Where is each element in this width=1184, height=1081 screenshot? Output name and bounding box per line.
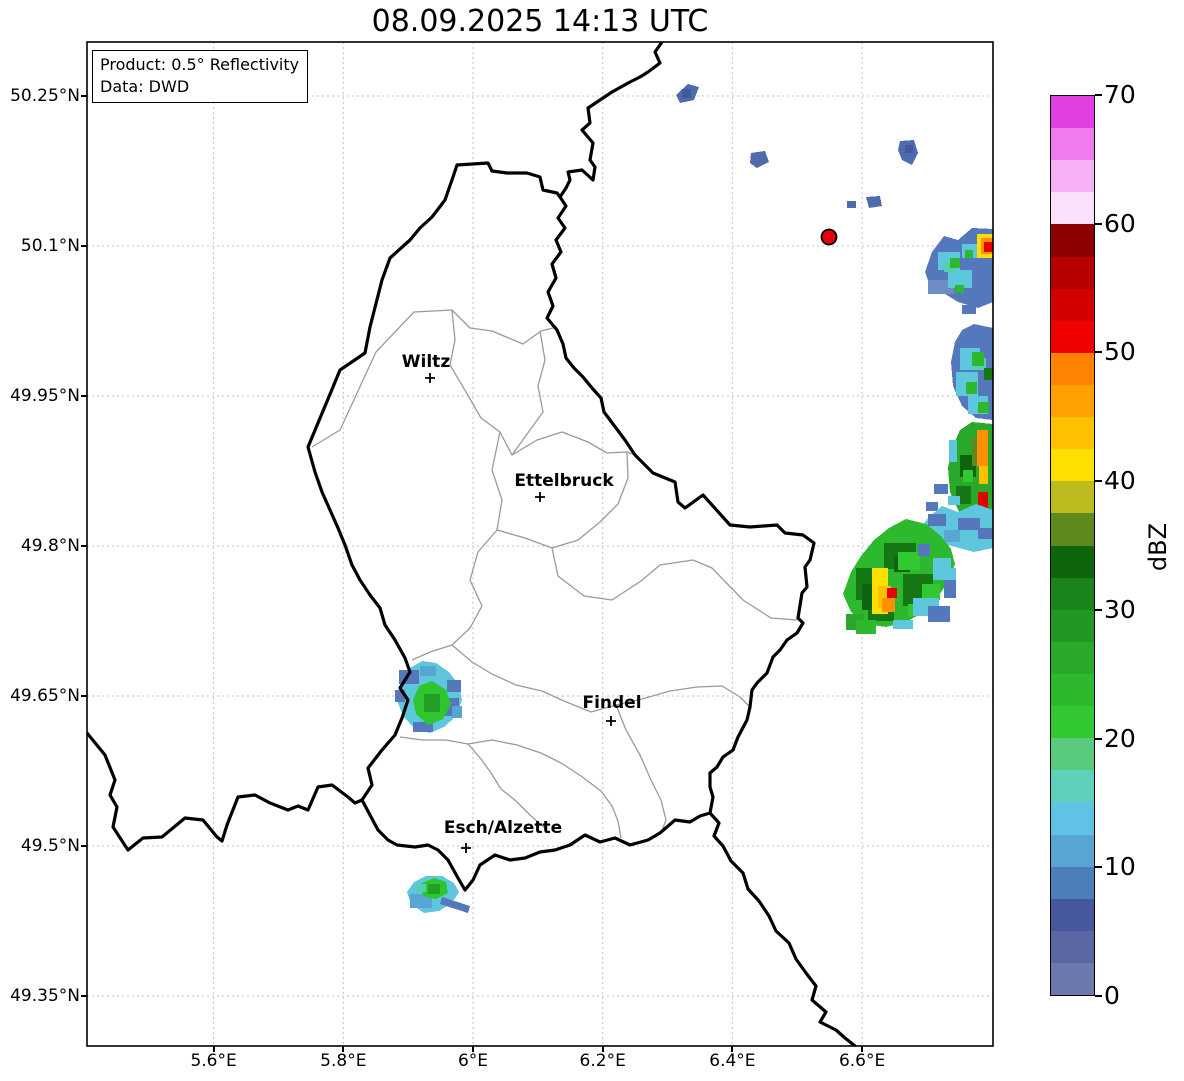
colorbar-tick-mark — [1095, 995, 1102, 997]
radar-echo-east-b — [951, 324, 993, 420]
colorbar-segment — [1051, 353, 1094, 385]
lat-tick-mark — [81, 395, 87, 397]
colorbar-tick-mark — [1095, 351, 1102, 353]
colorbar-segment — [1051, 770, 1094, 802]
city-plus-icon — [425, 373, 435, 383]
colorbar-tick-mark — [1095, 94, 1102, 96]
colorbar-segment — [1051, 481, 1094, 513]
storm-dot-marker — [822, 230, 837, 245]
data-source-line: Data: DWD — [100, 76, 299, 98]
lat-tick-label: 49.8°N — [0, 536, 80, 556]
colorbar-tick-label: 0 — [1104, 981, 1120, 1011]
lat-tick-mark — [81, 845, 87, 847]
colorbar-segment — [1051, 96, 1094, 128]
colorbar-tick-label: 40 — [1104, 466, 1136, 496]
red-dot-icon — [822, 230, 837, 245]
page-title: 08.09.2025 14:13 UTC — [87, 4, 993, 39]
lon-tick-label: 5.6°E — [169, 1051, 259, 1071]
colorbar-segment — [1051, 385, 1094, 417]
lat-tick-mark — [81, 245, 87, 247]
lon-tick-label: 6.6°E — [817, 1051, 907, 1071]
product-info-line: Product: 0.5° Reflectivity — [100, 54, 299, 76]
colorbar-tick-label: 70 — [1104, 80, 1136, 110]
district-borders — [312, 310, 797, 838]
colorbar-segment — [1051, 835, 1094, 867]
radar-echo-east-a — [925, 228, 993, 314]
lat-tick-mark — [81, 995, 87, 997]
city-label: Ettelbruck — [514, 471, 613, 491]
city-plus-icon — [606, 716, 616, 726]
reflectivity-colorbar — [1050, 95, 1095, 996]
colorbar-segment — [1051, 513, 1094, 545]
lon-tick-label: 5.8°E — [298, 1051, 388, 1071]
lon-tick-label: 6°E — [428, 1051, 518, 1071]
colorbar-tick-mark — [1095, 866, 1102, 868]
belgium-germany-border — [560, 42, 662, 197]
colorbar-segment — [1051, 706, 1094, 738]
colorbar-segment — [1051, 224, 1094, 256]
france-belgium-border — [87, 733, 362, 850]
luxembourg-border — [308, 163, 814, 890]
colorbar-tick-mark — [1095, 223, 1102, 225]
colorbar-tick-label: 10 — [1104, 852, 1136, 882]
colorbar-segment — [1051, 867, 1094, 899]
colorbar-segment — [1051, 192, 1094, 224]
colorbar-segment — [1051, 128, 1094, 160]
city-label: Wiltz — [402, 352, 450, 372]
radar-map-screen: 08.09.2025 14:13 UTC Product: 0.5° Refle… — [0, 0, 1184, 1081]
colorbar-segment — [1051, 963, 1094, 995]
lon-tick-mark — [472, 1046, 474, 1052]
colorbar-tick-label: 30 — [1104, 595, 1136, 625]
lat-tick-label: 49.95°N — [0, 386, 80, 406]
lat-tick-mark — [81, 695, 87, 697]
colorbar-tick-label: 60 — [1104, 209, 1136, 239]
lon-tick-mark — [213, 1046, 215, 1052]
map-canvas — [0, 0, 1184, 1081]
colorbar-segment — [1051, 321, 1094, 353]
radar-echo-north-small — [676, 84, 918, 208]
colorbar-tick-mark — [1095, 738, 1102, 740]
lon-tick-mark — [861, 1046, 863, 1052]
colorbar-segment — [1051, 417, 1094, 449]
colorbar-segment — [1051, 738, 1094, 770]
colorbar-segment — [1051, 674, 1094, 706]
lon-tick-mark — [602, 1046, 604, 1052]
colorbar-segment — [1051, 546, 1094, 578]
colorbar-segment — [1051, 899, 1094, 931]
lat-tick-mark — [81, 545, 87, 547]
lat-tick-label: 49.65°N — [0, 686, 80, 706]
radar-echoes — [395, 84, 993, 913]
colorbar-segment — [1051, 578, 1094, 610]
lon-tick-label: 6.4°E — [687, 1051, 777, 1071]
colorbar-segment — [1051, 449, 1094, 481]
radar-echo-storm-cell — [843, 504, 993, 634]
colorbar-segment — [1051, 610, 1094, 642]
colorbar-segment — [1051, 802, 1094, 834]
colorbar-segment — [1051, 160, 1094, 192]
lon-tick-label: 6.2°E — [558, 1051, 648, 1071]
city-plus-icon — [461, 843, 471, 853]
city-plus-icon — [535, 492, 545, 502]
country-borders — [87, 42, 855, 1046]
colorbar-axis-label: dBZ — [1126, 515, 1184, 579]
lat-tick-mark — [81, 95, 87, 97]
colorbar-segment — [1051, 642, 1094, 674]
colorbar-tick-mark — [1095, 609, 1102, 611]
lat-tick-label: 50.1°N — [0, 236, 80, 256]
colorbar-tick-label: 20 — [1104, 724, 1136, 754]
colorbar-tick-mark — [1095, 480, 1102, 482]
city-label: Findel — [582, 693, 641, 713]
product-info-box: Product: 0.5° Reflectivity Data: DWD — [92, 50, 308, 103]
colorbar-segment — [1051, 931, 1094, 963]
city-label: Esch/Alzette — [444, 818, 562, 838]
colorbar-tick-label: 50 — [1104, 337, 1136, 367]
colorbar-segment — [1051, 289, 1094, 321]
lat-tick-label: 50.25°N — [0, 86, 80, 106]
lat-tick-label: 49.35°N — [0, 986, 80, 1006]
france-germany-border — [710, 813, 855, 1046]
colorbar-segment — [1051, 257, 1094, 289]
lon-tick-mark — [731, 1046, 733, 1052]
lon-tick-mark — [342, 1046, 344, 1052]
lat-tick-label: 49.5°N — [0, 836, 80, 856]
